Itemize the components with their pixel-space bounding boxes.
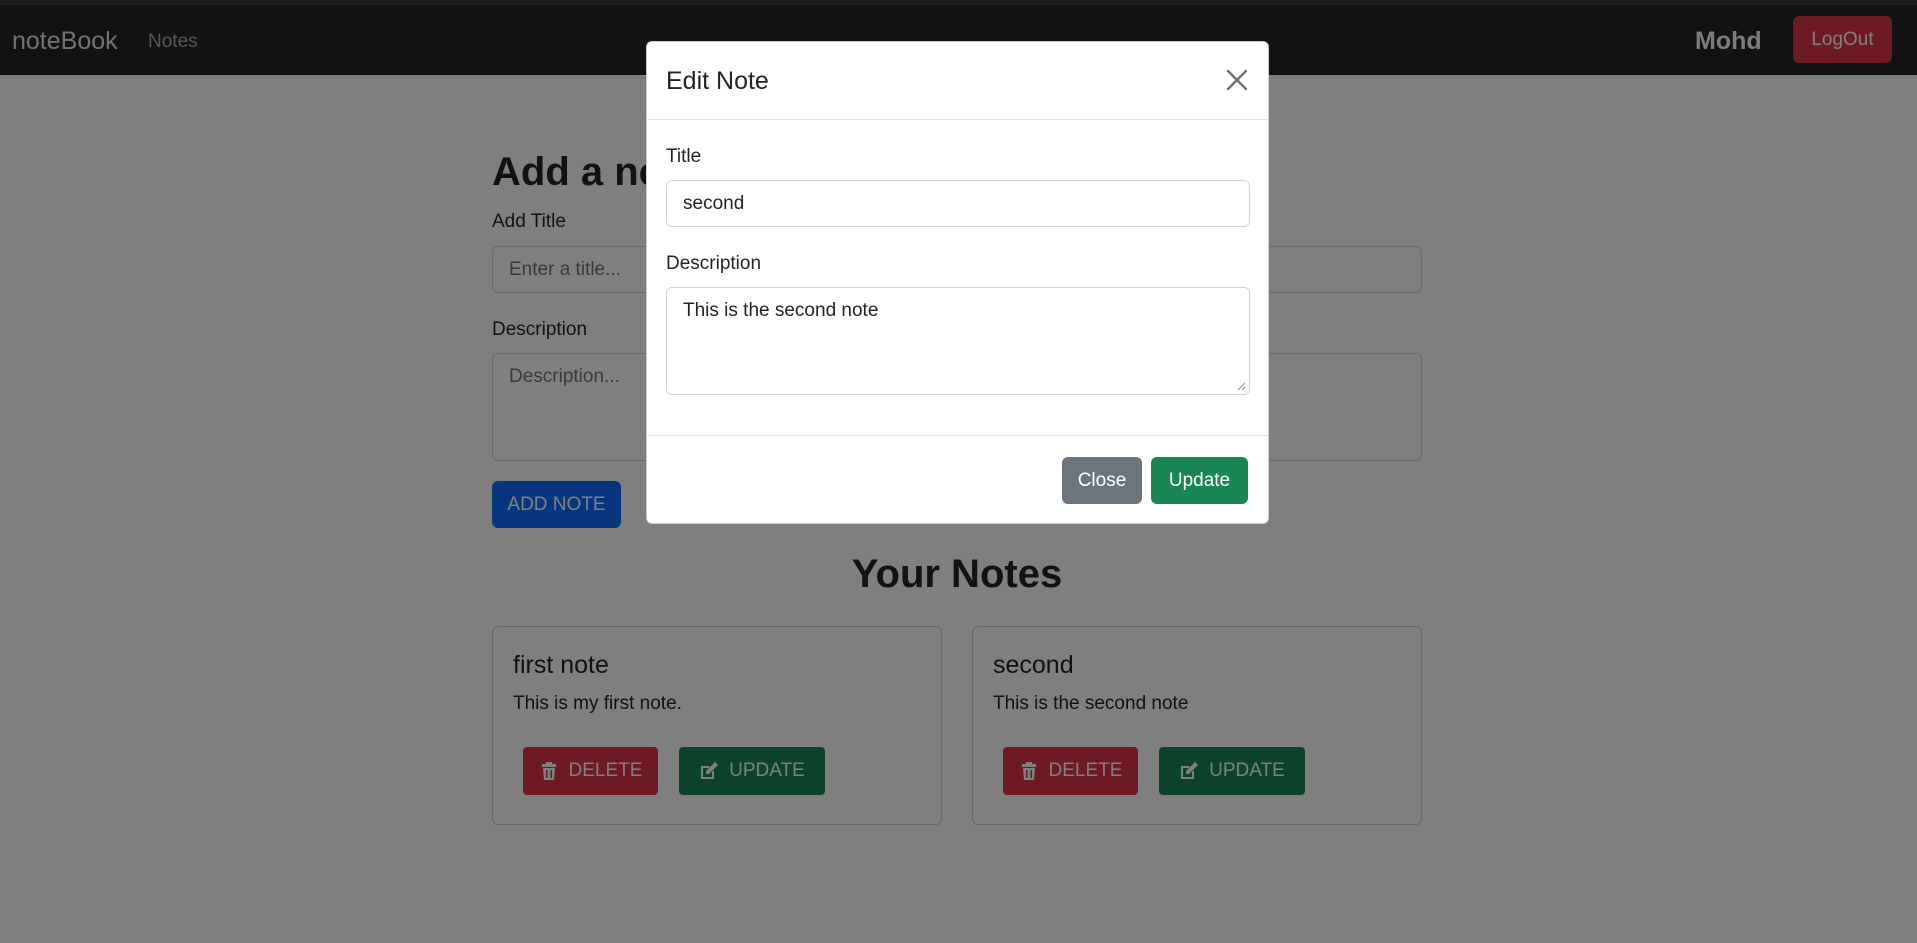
modal-description-label: Description [666,253,762,274]
modal-title-input[interactable] [666,180,1250,227]
modal-description-input[interactable]: This is the second note [666,287,1250,395]
modal-header: Edit Note [647,42,1268,120]
resize-grip-icon[interactable] [1236,381,1246,391]
close-button[interactable]: Close [1062,457,1142,504]
modal-title-label: Title [666,146,702,167]
edit-note-modal: Edit Note Title Description This is the … [646,41,1269,524]
modal-footer: Close Update [647,435,1268,525]
modal-title: Edit Note [666,67,769,95]
close-icon[interactable] [1225,68,1249,92]
modal-description-text: This is the second note [683,300,879,321]
update-button[interactable]: Update [1151,457,1248,504]
